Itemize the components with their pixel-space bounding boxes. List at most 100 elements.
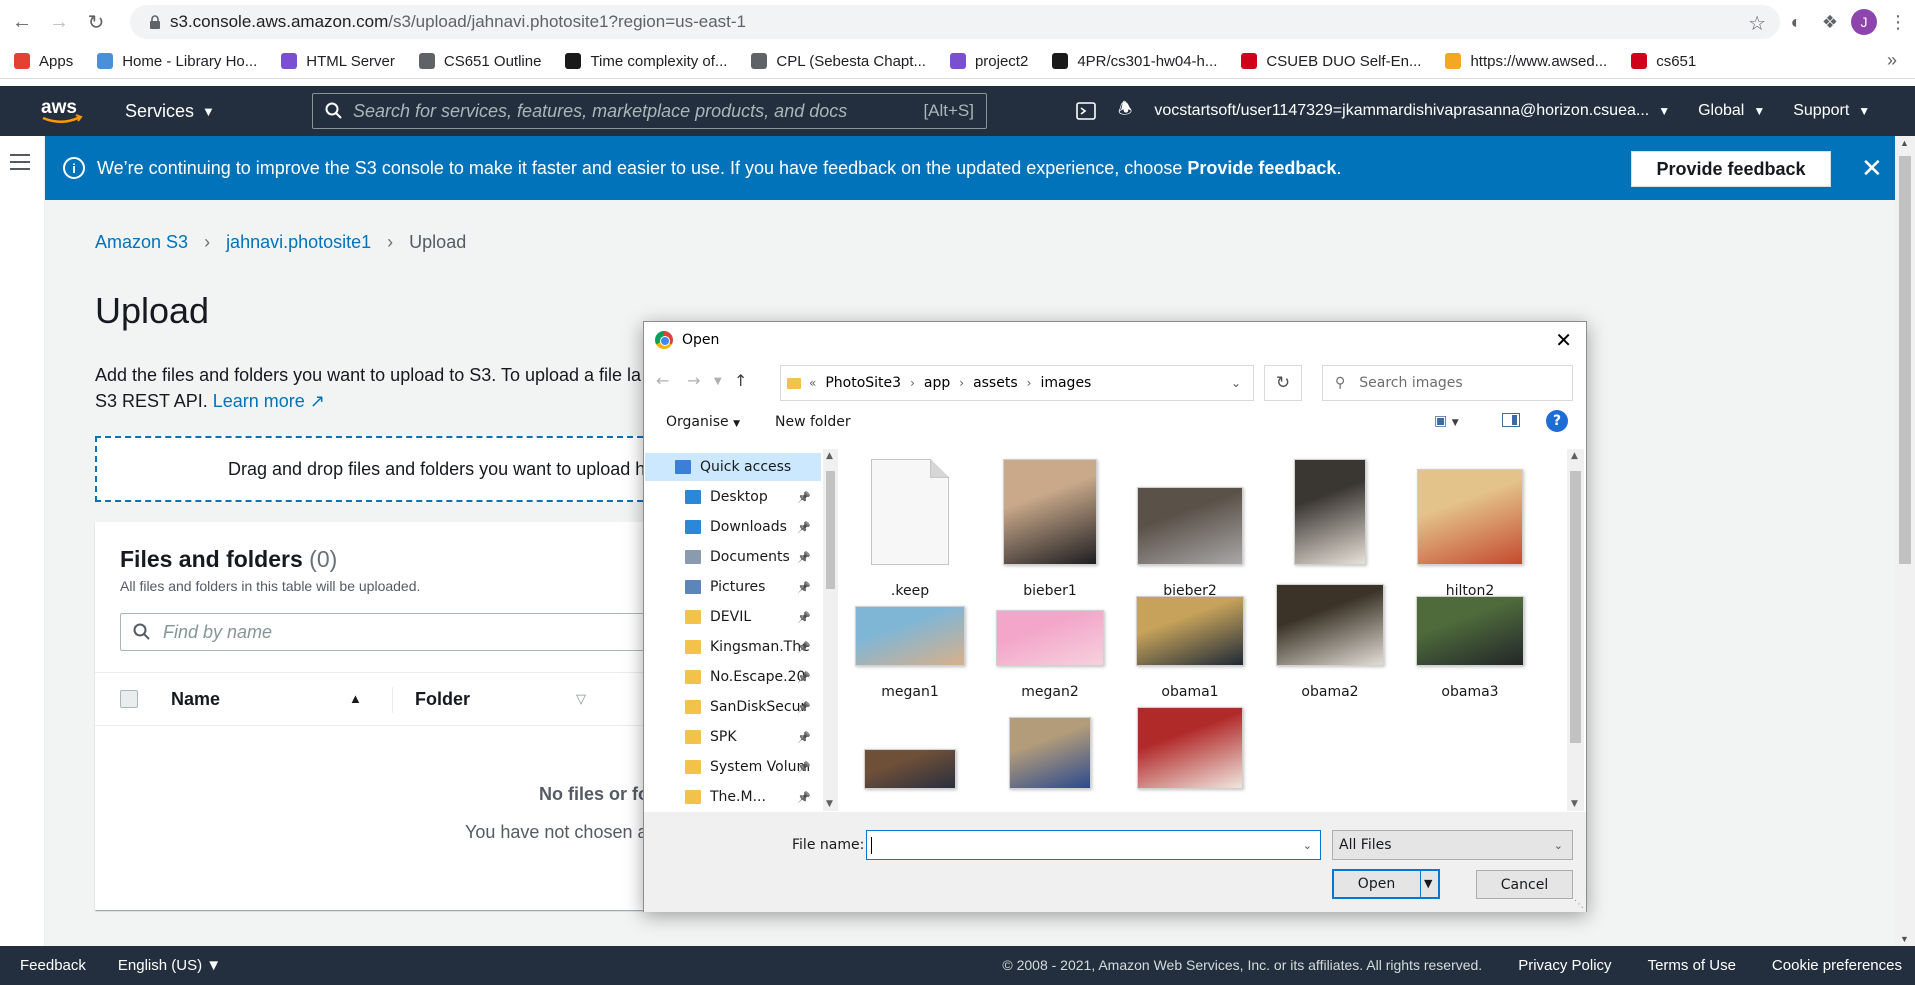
nav-item[interactable]: Kingsman.The 📌: [645, 633, 821, 661]
forward-icon[interactable]: →: [44, 7, 74, 37]
recent-locations-icon[interactable]: ▼: [714, 376, 722, 387]
nav-item[interactable]: SanDiskSecur 📌: [645, 693, 821, 721]
reload-icon[interactable]: ↻: [81, 7, 111, 37]
file-item[interactable]: obama1: [1124, 596, 1256, 700]
dialog-close-icon[interactable]: ✕: [1555, 328, 1572, 352]
nav-item[interactable]: System Volum 📌: [645, 753, 821, 781]
puzzle-icon[interactable]: ❖: [1813, 5, 1847, 39]
file-item[interactable]: [844, 749, 976, 789]
nav-pane-scrollbar[interactable]: ▲ ▼: [823, 449, 838, 811]
bookmark-item[interactable]: Apps: [14, 53, 73, 70]
sort-ascending-icon[interactable]: ▲: [349, 691, 362, 706]
hamburger-menu-icon[interactable]: [10, 154, 30, 175]
preview-pane-icon[interactable]: [1502, 413, 1520, 427]
refresh-icon[interactable]: ↻: [1264, 365, 1302, 401]
up-folder-icon[interactable]: ↑: [734, 371, 747, 390]
bookmark-star-icon[interactable]: ☆: [1748, 11, 1766, 36]
sort-icon[interactable]: ▽: [576, 691, 586, 707]
path-segment[interactable]: assets: [973, 375, 1018, 391]
resize-grip-icon[interactable]: ⋱: [1574, 899, 1584, 910]
footer-feedback-link[interactable]: Feedback: [20, 957, 86, 974]
bookmark-item[interactable]: CSUEB DUO Self-En...: [1241, 53, 1421, 70]
open-button[interactable]: Open ▼: [1332, 869, 1440, 899]
organise-menu[interactable]: Organise ▼: [666, 414, 740, 430]
find-by-name-input[interactable]: Find by name: [120, 613, 680, 651]
profile-avatar[interactable]: J: [1847, 5, 1881, 39]
extension-icon[interactable]: ◐: [1779, 5, 1813, 39]
file-list-scrollbar[interactable]: ▲ ▼: [1567, 449, 1584, 811]
dialog-search-input[interactable]: ⚲ Search images: [1322, 365, 1573, 401]
nav-item[interactable]: No.Escape.20 📌: [645, 663, 821, 691]
bookmark-item[interactable]: https://www.awsed...: [1445, 53, 1607, 70]
file-item[interactable]: bieber2: [1124, 487, 1256, 599]
services-menu[interactable]: Services ▼: [125, 101, 215, 122]
file-type-select[interactable]: All Files ⌄: [1332, 830, 1573, 860]
path-segment[interactable]: images: [1040, 375, 1091, 391]
breadcrumb-bucket[interactable]: jahnavi.photosite1: [226, 232, 371, 253]
language-selector[interactable]: English (US) ▼: [118, 957, 221, 974]
page-scrollbar[interactable]: ▲ ▼: [1895, 136, 1915, 946]
path-breadcrumb[interactable]: « PhotoSite3 › app › assets › images ⌄: [780, 365, 1254, 401]
file-item[interactable]: [984, 717, 1116, 789]
privacy-policy-link[interactable]: Privacy Policy: [1518, 957, 1611, 974]
path-segment[interactable]: PhotoSite3: [825, 375, 901, 391]
cookie-preferences-link[interactable]: Cookie preferences: [1772, 957, 1902, 974]
select-all-checkbox[interactable]: [120, 690, 138, 708]
file-item[interactable]: bieber1: [984, 459, 1116, 599]
file-item[interactable]: obama2: [1264, 584, 1396, 700]
bookmark-item[interactable]: 4PR/cs301-hw04-h...: [1052, 53, 1217, 70]
change-view-icon[interactable]: ▣ ▼: [1434, 413, 1459, 429]
column-folder[interactable]: Folder: [415, 689, 470, 710]
dialog-forward-icon[interactable]: →: [687, 371, 700, 390]
open-dropdown-icon[interactable]: ▼: [1424, 877, 1432, 890]
bell-icon[interactable]: 🕭: [1118, 98, 1132, 125]
bookmark-item[interactable]: Home - Library Ho...: [97, 53, 257, 70]
breadcrumb-amazon-s3[interactable]: Amazon S3: [95, 232, 188, 253]
back-icon[interactable]: ←: [7, 7, 37, 37]
dialog-back-icon[interactable]: ←: [656, 371, 669, 390]
bookmark-item[interactable]: CS651 Outline: [418, 53, 541, 70]
bookmark-item[interactable]: cs651: [1631, 53, 1696, 70]
nav-item[interactable]: SPK 📌: [645, 723, 821, 751]
nav-item[interactable]: The.M... 📌: [645, 783, 821, 811]
column-name[interactable]: Name: [171, 689, 220, 710]
aws-logo[interactable]: aws: [40, 95, 84, 127]
file-name-input[interactable]: ⌄: [866, 830, 1321, 860]
path-segment[interactable]: app: [924, 375, 950, 391]
file-item[interactable]: .keep: [844, 459, 976, 599]
folder-icon: [685, 730, 701, 744]
provide-feedback-button[interactable]: Provide feedback: [1631, 151, 1831, 187]
account-menu[interactable]: vocstartsoft/user1147329=jkammardishivap…: [1154, 102, 1670, 120]
more-bookmarks-icon[interactable]: »: [1887, 50, 1897, 71]
file-item[interactable]: megan2: [984, 610, 1116, 700]
file-item[interactable]: [1124, 707, 1256, 789]
learn-more-link[interactable]: Learn more ↗: [213, 391, 325, 411]
support-menu[interactable]: Support ▼: [1793, 102, 1870, 120]
close-icon[interactable]: ✕: [1861, 153, 1883, 184]
nav-item[interactable]: Downloads 📌: [645, 513, 821, 541]
menu-kebab-icon[interactable]: ⋮: [1881, 5, 1915, 39]
nav-item[interactable]: Documents 📌: [645, 543, 821, 571]
nav-item[interactable]: Pictures 📌: [645, 573, 821, 601]
address-bar[interactable]: s3.console.aws.amazon.com/s3/upload/jahn…: [130, 5, 1780, 39]
cancel-button[interactable]: Cancel: [1476, 870, 1573, 899]
new-folder-button[interactable]: New folder: [775, 414, 851, 430]
bookmark-item[interactable]: CPL (Sebesta Chapt...: [751, 53, 926, 70]
file-item[interactable]: hilton1: [1264, 459, 1396, 599]
chevron-down-icon[interactable]: ⌄: [1303, 839, 1312, 852]
file-item[interactable]: hilton2: [1404, 469, 1536, 599]
region-menu[interactable]: Global ▼: [1698, 102, 1765, 120]
nav-item[interactable]: DEVIL 📌: [645, 603, 821, 631]
nav-item[interactable]: Desktop 📌: [645, 483, 821, 511]
terms-of-use-link[interactable]: Terms of Use: [1648, 957, 1736, 974]
chevron-down-icon[interactable]: ⌄: [1231, 376, 1241, 390]
file-item[interactable]: obama3: [1404, 596, 1536, 700]
bookmark-item[interactable]: project2: [949, 53, 1028, 70]
nav-item[interactable]: Quick access: [645, 453, 821, 481]
file-item[interactable]: megan1: [844, 606, 976, 700]
bookmark-item[interactable]: Time complexity of...: [565, 53, 727, 70]
help-icon[interactable]: ?: [1546, 410, 1568, 432]
bookmark-item[interactable]: HTML Server: [281, 53, 395, 70]
cloudshell-icon[interactable]: [1076, 102, 1096, 120]
aws-search-input[interactable]: Search for services, features, marketpla…: [312, 93, 987, 129]
